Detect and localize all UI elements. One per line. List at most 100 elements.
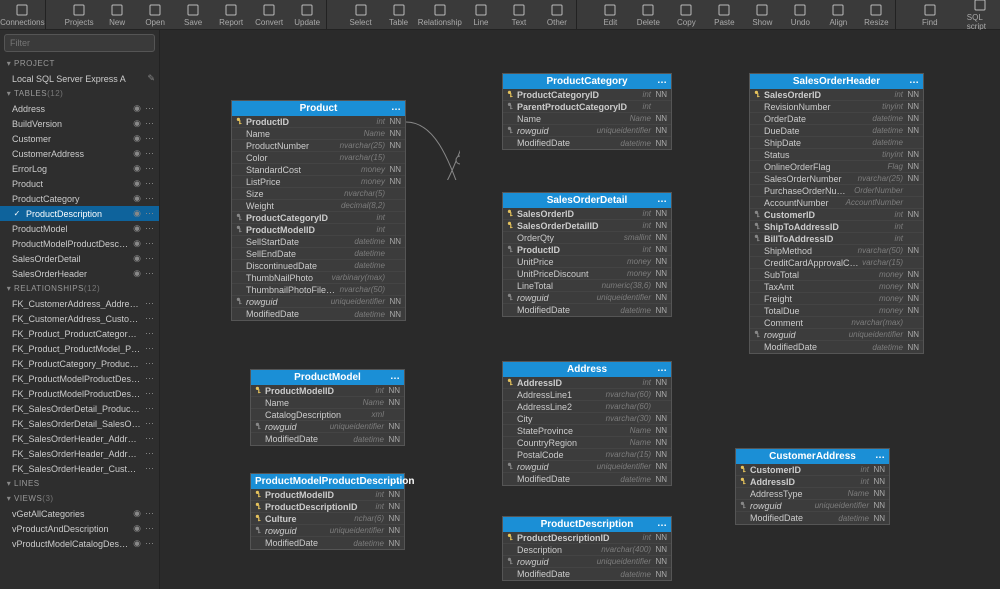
entity-title[interactable]: Address: [503, 362, 671, 377]
show-button[interactable]: Show: [743, 0, 781, 29]
entity-table-pmpd[interactable]: ProductModelProductDescriptionProductMod…: [250, 473, 405, 550]
column-row[interactable]: OnlineOrderFlagFlagNN: [750, 161, 923, 173]
tree-item[interactable]: ProductModel◉⋯: [0, 221, 159, 236]
tree-header-tables[interactable]: ▾TABLES (12): [0, 86, 159, 101]
column-row[interactable]: ModifiedDatedatetimeNN: [736, 512, 889, 524]
entity-table-salesorderdetail[interactable]: SalesOrderDetailSalesOrderIDintNNSalesOr…: [502, 192, 672, 317]
entity-title[interactable]: SalesOrderHeader: [750, 74, 923, 89]
tree-item[interactable]: FK_SalesOrderDetail_SalesOrderHeader_Sal…: [0, 416, 159, 431]
column-row[interactable]: Colornvarchar(15): [232, 152, 405, 164]
visibility-icon[interactable]: ◉: [133, 148, 141, 159]
column-row[interactable]: PurchaseOrderNumberOrderNumber: [750, 185, 923, 197]
tree-header-views[interactable]: ▾VIEWS (3): [0, 491, 159, 506]
report-button[interactable]: Report: [212, 0, 250, 29]
column-row[interactable]: Commentnvarchar(max): [750, 317, 923, 329]
column-row[interactable]: SellStartDatedatetimeNN: [232, 236, 405, 248]
tree-header-project[interactable]: ▾PROJECT: [0, 56, 159, 71]
more-icon[interactable]: ⋯: [145, 463, 155, 474]
visibility-icon[interactable]: ◉: [133, 508, 141, 519]
more-icon[interactable]: ⋯: [145, 403, 155, 414]
column-row[interactable]: TaxAmtmoneyNN: [750, 281, 923, 293]
column-row[interactable]: rowguiduniqueidentifierNN: [503, 556, 671, 568]
column-row[interactable]: ParentProductCategoryIDint: [503, 101, 671, 113]
visibility-icon[interactable]: ◉: [133, 523, 141, 534]
column-row[interactable]: rowguiduniqueidentifierNN: [503, 125, 671, 137]
entity-title[interactable]: Product: [232, 101, 405, 116]
column-row[interactable]: ModifiedDatedatetimeNN: [232, 308, 405, 320]
tree-item[interactable]: ✓ProductDescription◉⋯: [0, 206, 159, 221]
column-row[interactable]: ModifiedDatedatetimeNN: [503, 473, 671, 485]
column-row[interactable]: StandardCostmoneyNN: [232, 164, 405, 176]
more-icon[interactable]: ⋯: [145, 298, 155, 309]
open-button[interactable]: Open: [136, 0, 174, 29]
column-row[interactable]: ProductIDintNN: [232, 116, 405, 128]
column-row[interactable]: AddressTypeNameNN: [736, 488, 889, 500]
entity-title[interactable]: SalesOrderDetail: [503, 193, 671, 208]
visibility-icon[interactable]: ◉: [133, 178, 141, 189]
copy-button[interactable]: Copy: [667, 0, 705, 29]
update-button[interactable]: Update: [288, 0, 326, 29]
column-row[interactable]: ProductModelIDint: [232, 224, 405, 236]
visibility-icon[interactable]: ◉: [133, 223, 141, 234]
column-row[interactable]: CountryRegionNameNN: [503, 437, 671, 449]
select-button[interactable]: Select: [342, 0, 380, 29]
column-row[interactable]: DueDatedatetimeNN: [750, 125, 923, 137]
visibility-icon[interactable]: ◉: [133, 268, 141, 279]
column-row[interactable]: NameNameNN: [232, 128, 405, 140]
more-icon[interactable]: ⋯: [145, 538, 155, 549]
tree-item[interactable]: FK_SalesOrderHeader_Address_ShipTo_Addre…: [0, 446, 159, 461]
entity-table-productcategory[interactable]: ProductCategoryProductCategoryIDintNNPar…: [502, 73, 672, 150]
column-row[interactable]: Citynvarchar(30)NN: [503, 413, 671, 425]
column-row[interactable]: AccountNumberAccountNumber: [750, 197, 923, 209]
more-icon[interactable]: ⋯: [145, 103, 155, 114]
visibility-icon[interactable]: ◉: [133, 133, 141, 144]
visibility-icon[interactable]: ◉: [133, 118, 141, 129]
more-icon[interactable]: ⋯: [145, 193, 155, 204]
visibility-icon[interactable]: ◉: [133, 538, 141, 549]
column-row[interactable]: rowguiduniqueidentifierNN: [736, 500, 889, 512]
other-button[interactable]: Other: [538, 0, 576, 29]
more-icon[interactable]: ⋯: [145, 373, 155, 384]
tree-item[interactable]: vProductAndDescription◉⋯: [0, 521, 159, 536]
column-row[interactable]: UnitPriceDiscountmoneyNN: [503, 268, 671, 280]
more-icon[interactable]: ⋯: [145, 388, 155, 399]
entity-title[interactable]: ProductModel: [251, 370, 404, 385]
column-row[interactable]: RevisionNumbertinyintNN: [750, 101, 923, 113]
table-button[interactable]: Table: [380, 0, 418, 29]
column-row[interactable]: ListPricemoneyNN: [232, 176, 405, 188]
tree-item[interactable]: vGetAllCategories◉⋯: [0, 506, 159, 521]
find-button[interactable]: Find: [911, 0, 949, 29]
visibility-icon[interactable]: ◉: [133, 253, 141, 264]
column-row[interactable]: StatustinyintNN: [750, 149, 923, 161]
column-row[interactable]: ProductCategoryIDintNN: [503, 89, 671, 101]
column-row[interactable]: ShipMethodnvarchar(50)NN: [750, 245, 923, 257]
column-row[interactable]: ProductDescriptionIDintNN: [503, 532, 671, 544]
more-icon[interactable]: ⋯: [145, 178, 155, 189]
tree-item[interactable]: Address◉⋯: [0, 101, 159, 116]
entity-title[interactable]: ProductDescription: [503, 517, 671, 532]
delete-button[interactable]: Delete: [629, 0, 667, 29]
projects-button[interactable]: Projects: [60, 0, 98, 29]
column-row[interactable]: NameNameNN: [503, 113, 671, 125]
column-row[interactable]: DiscontinuedDatedatetime: [232, 260, 405, 272]
entity-table-productdescription[interactable]: ProductDescriptionProductDescriptionIDin…: [502, 516, 672, 581]
more-icon[interactable]: ⋯: [145, 148, 155, 159]
column-row[interactable]: PostalCodenvarchar(15)NN: [503, 449, 671, 461]
visibility-icon[interactable]: ◉: [133, 103, 141, 114]
column-row[interactable]: AddressLine2nvarchar(60): [503, 401, 671, 413]
tree-item[interactable]: vProductModelCatalogDescription◉⋯: [0, 536, 159, 551]
tree-item[interactable]: FK_ProductCategory_ProductCategory_Paren…: [0, 356, 159, 371]
tree-item[interactable]: ProductModelProductDescription◉⋯: [0, 236, 159, 251]
column-row[interactable]: ProductModelIDintNN: [251, 385, 404, 397]
diagram-canvas[interactable]: ProductProductIDintNNNameNameNNProductNu…: [160, 30, 1000, 589]
column-row[interactable]: CustomerIDintNN: [736, 464, 889, 476]
more-icon[interactable]: ⋯: [145, 223, 155, 234]
tree-item[interactable]: FK_CustomerAddress_Customer_CustomerID⋯: [0, 311, 159, 326]
more-icon[interactable]: ⋯: [145, 418, 155, 429]
column-row[interactable]: ModifiedDatedatetimeNN: [503, 568, 671, 580]
text-button[interactable]: Text: [500, 0, 538, 29]
column-row[interactable]: OrderDatedatetimeNN: [750, 113, 923, 125]
column-row[interactable]: rowguiduniqueidentifierNN: [232, 296, 405, 308]
more-icon[interactable]: ⋯: [145, 523, 155, 534]
sql-script-button[interactable]: SQL script: [961, 0, 1000, 29]
